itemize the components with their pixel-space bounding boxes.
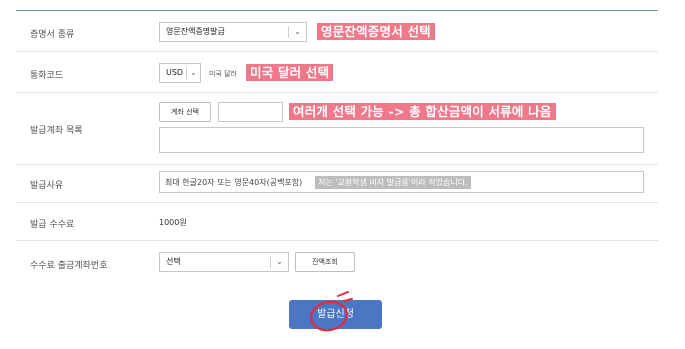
reason-input[interactable]: 최대 한글20자 또는 영문40자(공백포함) 저는 '교환학생 비자 발급용'…	[159, 171, 644, 193]
chevron-down-icon: ⌄	[270, 256, 288, 268]
row-cert-type: 증명서 종류 영문잔액증명발급 ⌄ 영문잔액증명서 선택	[16, 11, 658, 52]
fee-account-select[interactable]: 선택 ⌄	[159, 252, 289, 272]
row-fee: 발급 수수료 1000원	[16, 203, 658, 241]
row-reason: 발급사유 최대 한글20자 또는 영문40자(공백포함) 저는 '교환학생 비자…	[16, 165, 658, 203]
chevron-down-icon: ⌄	[186, 67, 200, 79]
reason-hint: 저는 '교환학생 비자 발급용'이라 적었습니다.	[315, 176, 471, 189]
annotation-cert-type: 영문잔액증명서 선택	[317, 23, 435, 40]
cert-type-select[interactable]: 영문잔액증명발급 ⌄	[159, 22, 307, 42]
row-currency: 통화코드 USD ⌄ 미국 달러 미국 달러 선택	[16, 52, 658, 93]
reason-placeholder: 최대 한글20자 또는 영문40자(공백포함)	[165, 178, 303, 187]
fee-account-label: 수수료 출금계좌번호	[30, 261, 108, 271]
fee-label: 발급 수수료	[30, 220, 75, 230]
annotation-currency: 미국 달러 선택	[246, 64, 334, 81]
row-account-list: 발급계좌 목록 계좌 선택 여러개 선택 가능 -> 총 합산금액이 서류에 나…	[16, 93, 658, 165]
chevron-down-icon: ⌄	[288, 26, 306, 38]
currency-select[interactable]: USD ⌄	[159, 63, 201, 83]
account-select-button[interactable]: 계좌 선택	[159, 102, 211, 122]
row-fee-account: 수수료 출금계좌번호 선택 ⌄ 잔액조회	[16, 241, 658, 286]
currency-label: 통화코드	[30, 71, 64, 81]
currency-name: 미국 달러	[209, 70, 237, 78]
cert-type-selected: 영문잔액증명발급	[166, 27, 225, 36]
highlight-circle-drawing	[310, 291, 353, 332]
currency-selected: USD	[166, 68, 184, 77]
cert-type-label: 증명서 종류	[30, 30, 75, 40]
fee-value: 1000원	[159, 218, 187, 227]
reason-label: 발급사유	[30, 181, 64, 191]
balance-inquiry-button[interactable]: 잔액조회	[295, 252, 355, 272]
fee-account-selected: 선택	[166, 257, 181, 266]
annotation-accounts: 여러개 선택 가능 -> 총 합산금액이 서류에 나옴	[289, 103, 556, 120]
account-list-label: 발급계좌 목록	[30, 126, 83, 136]
account-code-input[interactable]	[218, 102, 283, 122]
account-list-box[interactable]	[159, 127, 644, 153]
